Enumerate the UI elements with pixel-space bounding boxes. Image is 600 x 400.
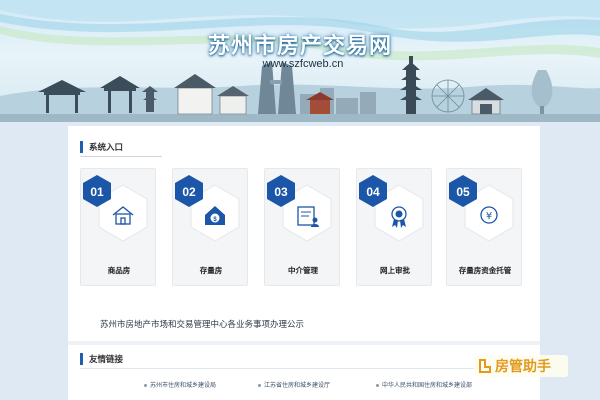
card-number: 02	[182, 185, 196, 199]
friendly-links-title: 友情链接	[89, 355, 124, 365]
section-marker	[80, 353, 83, 365]
business-notice-link[interactable]: 苏州市房地产市场和交易管理中心各业务事项办理公示	[100, 318, 304, 330]
card-existing-housing[interactable]: 02 $ 存量房	[172, 168, 248, 286]
card-number: 03	[274, 185, 288, 199]
main-panel: 系统入口 01 商品房 02 $ 存量房 03 中介管理 04 网上审批 05 …	[68, 126, 540, 400]
card-number: 05	[456, 185, 470, 199]
site-url[interactable]: www.szfcweb.cn	[0, 58, 600, 70]
system-entry-header: 系统入口	[80, 140, 123, 154]
card-hex-graphic: 03	[267, 175, 332, 242]
svg-text:¥: ¥	[486, 211, 492, 222]
card-label: 网上审批	[380, 266, 410, 275]
section-separator	[68, 341, 540, 345]
section-marker	[80, 141, 83, 153]
card-online-approval[interactable]: 04 网上审批	[356, 168, 432, 286]
card-agency-management[interactable]: 03 中介管理	[264, 168, 340, 286]
card-commercial-housing[interactable]: 01 商品房	[80, 168, 156, 286]
site-title: 苏州市房产交易网	[207, 34, 392, 59]
friendly-link[interactable]: 江苏省住房和城乡建设厅	[258, 380, 330, 389]
section-divider	[80, 156, 162, 157]
card-hex-graphic: 02 $	[175, 175, 240, 242]
watermark-text: 房管助手	[495, 359, 551, 375]
card-label: 中介管理	[288, 266, 318, 275]
card-label: 商品房	[107, 266, 131, 275]
house-outline-icon	[479, 359, 491, 373]
card-number: 01	[90, 185, 104, 199]
card-fund-custody[interactable]: 05 ¥ 存量房资金托管	[446, 168, 522, 286]
friendly-link[interactable]: 中华人民共和国住房和城乡建设部	[376, 380, 472, 389]
system-entry-cards: 01 商品房 02 $ 存量房 03 中介管理 04 网上审批 05 ¥ 存量房…	[68, 168, 540, 288]
bullet-icon	[144, 384, 147, 387]
watermark-badge: 房管助手	[474, 355, 568, 377]
card-hex-graphic: 04	[359, 175, 424, 242]
section-divider	[80, 368, 530, 369]
system-entry-title: 系统入口	[89, 143, 124, 153]
bullet-icon	[376, 384, 379, 387]
bullet-icon	[258, 384, 261, 387]
friendly-link[interactable]: 苏州市住房和城乡建设局	[144, 380, 216, 389]
card-label: 存量房	[199, 266, 223, 275]
friendly-link-label: 苏州市住房和城乡建设局	[150, 382, 217, 389]
card-label: 存量房资金托管	[458, 266, 512, 275]
card-number: 04	[366, 185, 380, 199]
friendly-link-label: 中华人民共和国住房和城乡建设部	[382, 382, 473, 389]
friendly-links-list: 苏州市住房和城乡建设局 江苏省住房和城乡建设厅 中华人民共和国住房和城乡建设部	[68, 380, 540, 394]
header-banner: 苏州市房产交易网 www.szfcweb.cn	[0, 0, 600, 122]
card-hex-graphic: 05 ¥	[449, 175, 514, 242]
card-hex-graphic: 01	[83, 175, 148, 242]
friendly-link-label: 江苏省住房和城乡建设厅	[264, 382, 331, 389]
friendly-links-header: 友情链接	[80, 352, 123, 366]
